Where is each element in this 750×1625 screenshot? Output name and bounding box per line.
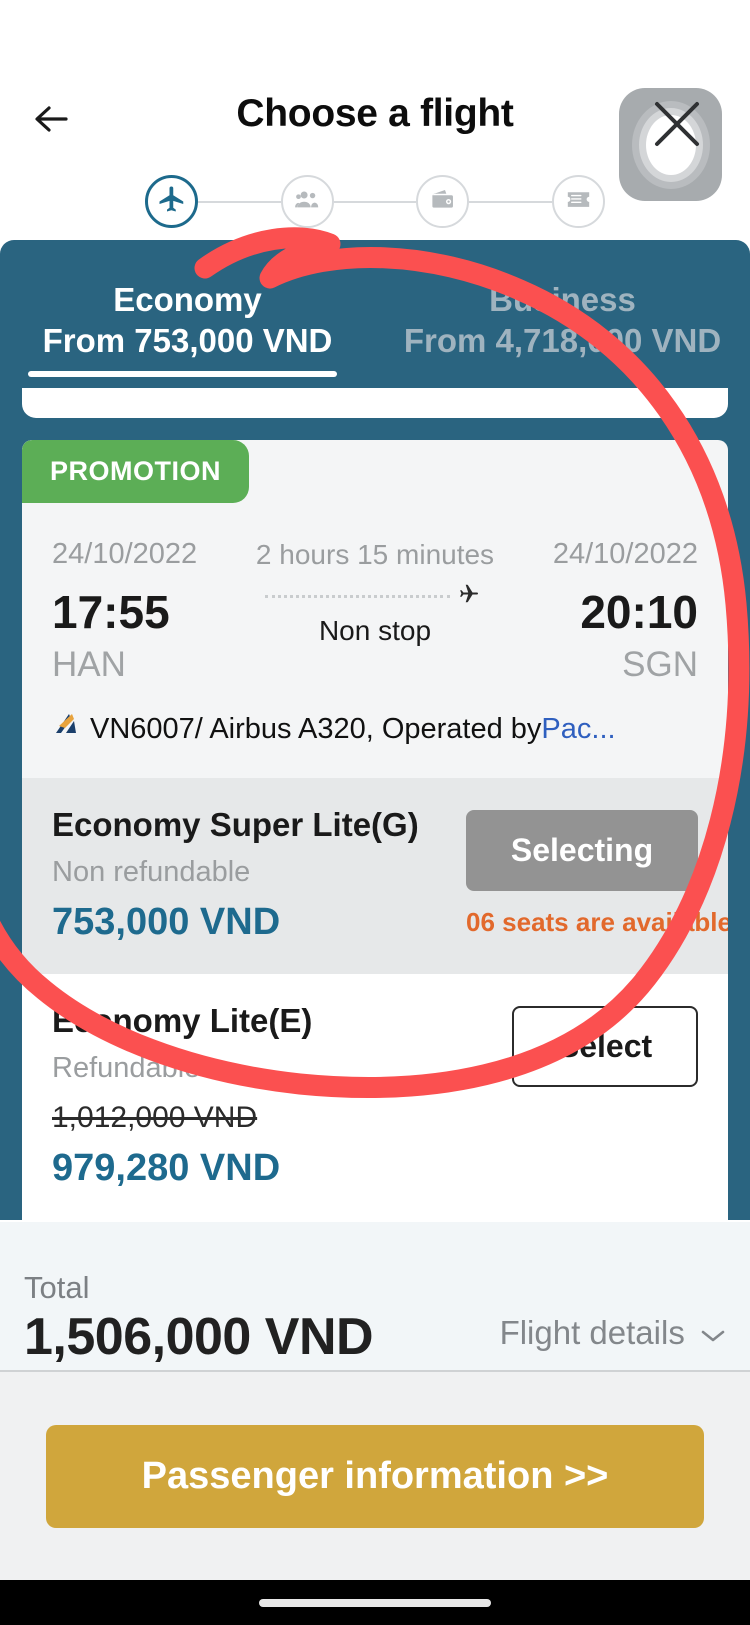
step-connector-1	[198, 200, 281, 203]
departure-time: 17:55	[52, 586, 170, 639]
cabin-tab-economy-price: From 753,000 VND	[42, 321, 333, 359]
ticket-icon	[565, 186, 592, 218]
fare-select-button[interactable]: Select	[512, 1006, 698, 1088]
flight-list: PROMOTION 24/10/2022 17:55 HAN 2 hours 1…	[0, 440, 750, 1221]
operator-link[interactable]: Pac...	[541, 713, 615, 746]
fare-price: 753,000 VND	[52, 901, 281, 944]
fare-selecting-button[interactable]: Selecting	[466, 810, 698, 892]
close-x-icon[interactable]	[649, 96, 705, 152]
total-amount: 1,506,000 VND	[24, 1308, 374, 1366]
stops-label: Non stop	[318, 615, 432, 646]
step-passengers[interactable]	[280, 175, 334, 228]
step-connector-3	[469, 200, 553, 203]
flight-details-toggle[interactable]: Flight details	[500, 1314, 726, 1370]
total-label: Total	[24, 1269, 90, 1305]
passenger-information-button[interactable]: Passenger information >>	[46, 1424, 704, 1528]
flight-duration: 2 hours 15 minutes	[255, 539, 495, 570]
flight-card: PROMOTION 24/10/2022 17:55 HAN 2 hours 1…	[22, 440, 728, 1221]
departure-date: 24/10/2022	[52, 538, 198, 570]
cabin-tab-economy[interactable]: Economy From 753,000 VND	[0, 280, 375, 377]
close-overlay-button[interactable]	[619, 88, 722, 201]
total-bar: Total 1,506,000 VND Flight details	[0, 1222, 750, 1370]
promotion-badge: PROMOTION	[22, 440, 249, 503]
cabin-tab-business[interactable]: Business From 4,718,000 VND	[375, 280, 750, 377]
route-line	[252, 581, 498, 611]
passengers-icon	[294, 186, 321, 218]
step-payment[interactable]	[416, 175, 470, 228]
aircraft-info-row: VN6007/ Airbus A320, Operated by Pac...	[22, 684, 728, 778]
cabin-tab-economy-label: Economy	[113, 281, 262, 318]
cabin-tab-business-price: From 4,718,000 VND	[403, 321, 722, 359]
airplane-icon	[157, 184, 187, 219]
arrival-date: 24/10/2022	[552, 538, 698, 570]
step-flight[interactable]	[145, 175, 198, 228]
airline-logo-icon	[52, 710, 86, 748]
fare-price: 979,280 VND	[52, 1147, 281, 1190]
fare-info: Economy Super Lite(G) Non refundable 753…	[52, 806, 466, 944]
step-connector-2	[333, 200, 417, 203]
fare-seats-available: 06 seats are available	[466, 907, 728, 938]
flight-segment: 24/10/2022 17:55 HAN 2 hours 15 minutes …	[22, 503, 728, 684]
fare-refund-policy: Refundable	[52, 1052, 201, 1085]
bottom-action-bar: Passenger information >>	[0, 1370, 750, 1580]
fare-action: Selecting 06 seats are available	[466, 806, 728, 938]
departure-block: 24/10/2022 17:55 HAN	[52, 537, 252, 684]
fare-row[interactable]: Economy Super Lite(G) Non refundable 753…	[22, 778, 728, 975]
departure-airport: HAN	[52, 644, 126, 684]
cabin-class-panel: Economy From 753,000 VND Business From 4…	[0, 240, 750, 440]
booking-stepper	[145, 175, 606, 228]
fare-name: Economy Super Lite(G)	[52, 806, 419, 844]
promotion-badge-wrap: PROMOTION	[22, 440, 728, 503]
system-home-bar	[0, 1580, 750, 1625]
route-dashes	[264, 594, 450, 598]
fare-row[interactable]: Economy Lite(E) Refundable 1,012,000 VND…	[22, 974, 728, 1221]
step-ticket[interactable]	[552, 175, 606, 228]
total-price-block: Total 1,506,000 VND	[24, 1269, 500, 1370]
fare-name: Economy Lite(E)	[52, 1002, 313, 1040]
route-airplane-icon	[452, 581, 486, 611]
previous-card-peek	[22, 388, 728, 418]
arrival-time: 20:10	[580, 586, 698, 639]
fare-action: Select	[466, 1002, 698, 1088]
fare-original-price: 1,012,000 VND	[52, 1101, 258, 1135]
arrival-block: 24/10/2022 20:10 SGN	[498, 537, 698, 684]
aircraft-text: VN6007/ Airbus A320, Operated by	[90, 712, 542, 745]
home-indicator[interactable]	[259, 1598, 491, 1607]
duration-block: 2 hours 15 minutes Non stop	[252, 537, 498, 647]
fare-refund-policy: Non refundable	[52, 856, 251, 889]
cabin-tab-active-indicator	[28, 370, 337, 377]
cabin-tab-business-label: Business	[489, 281, 636, 318]
chevron-down-icon	[700, 1320, 726, 1350]
arrival-airport: SGN	[622, 644, 698, 684]
app-header: Choose a flight	[0, 0, 750, 240]
wallet-icon	[429, 186, 456, 218]
flight-details-label: Flight details	[499, 1314, 685, 1351]
cabin-tab-bar: Economy From 753,000 VND Business From 4…	[0, 280, 750, 377]
fare-info: Economy Lite(E) Refundable 1,012,000 VND…	[52, 1002, 466, 1190]
